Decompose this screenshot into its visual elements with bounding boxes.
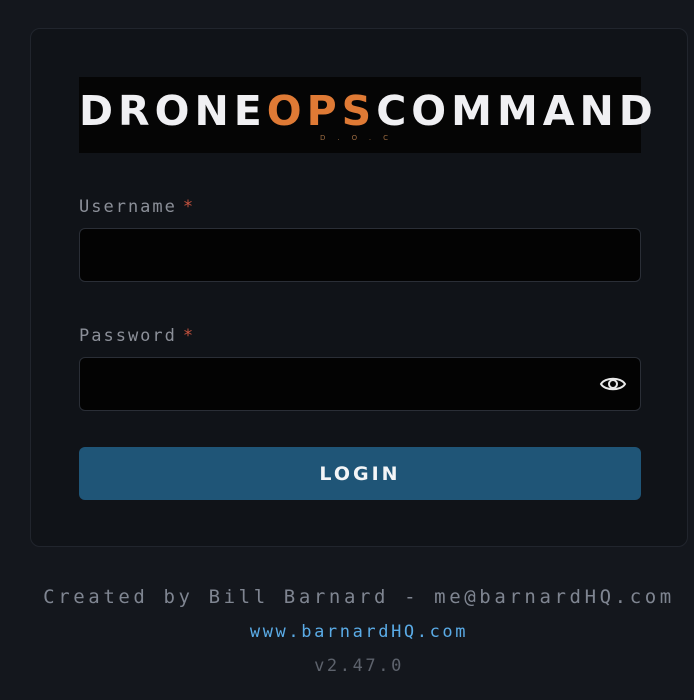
username-required-mark: * — [182, 197, 196, 217]
password-required-mark: * — [182, 326, 196, 346]
logo-subtitle: D.O.C — [320, 134, 400, 142]
username-label: Username * — [79, 197, 195, 217]
password-label-text: Password — [79, 326, 177, 346]
username-input[interactable] — [79, 228, 641, 282]
login-card: DRONEOPSCOMMAND D.O.C Username * Password… — [30, 28, 688, 547]
login-button[interactable]: LOGIN — [79, 447, 641, 500]
footer-credit: Created by Bill Barnard - me@barnardHQ.c… — [43, 586, 675, 608]
logo-word-ops: OPS — [266, 87, 377, 135]
eye-icon[interactable] — [599, 372, 627, 396]
logo-title: DRONEOPSCOMMAND — [79, 87, 653, 135]
footer-version: v2.47.0 — [314, 656, 404, 676]
password-input[interactable] — [79, 357, 641, 411]
username-label-text: Username — [79, 197, 177, 217]
drone-ops-command-logo: DRONEOPSCOMMAND D.O.C — [79, 77, 653, 153]
password-label: Password * — [79, 326, 195, 346]
logo-word-drone: DRONE — [79, 87, 267, 135]
footer-website-link[interactable]: www.barnardHQ.com — [0, 622, 694, 642]
logo-word-command: COMMAND — [376, 87, 658, 135]
